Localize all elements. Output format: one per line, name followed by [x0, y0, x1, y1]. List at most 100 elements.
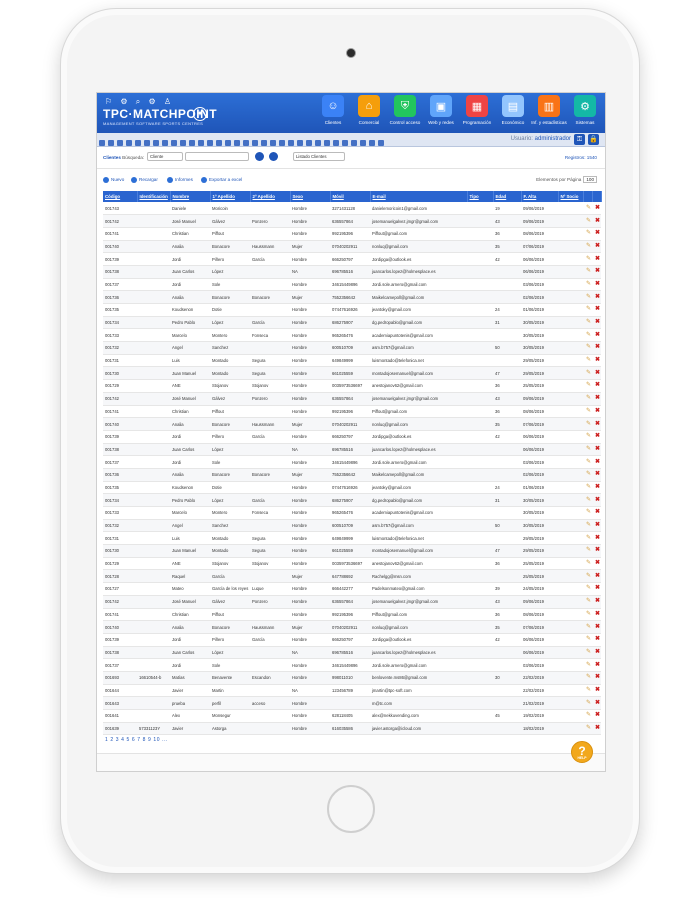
- delete-icon[interactable]: ✖: [592, 684, 601, 698]
- column-header[interactable]: Tipo: [467, 191, 494, 202]
- toolbar-shortcut-icon[interactable]: [369, 140, 375, 146]
- toolbar-shortcut-icon[interactable]: [126, 140, 132, 146]
- column-header[interactable]: 1º Apellido: [210, 191, 251, 202]
- delete-icon[interactable]: ✖: [592, 493, 601, 507]
- table-row[interactable]: 001738 Juan Carlos López NA 696785516 juancar…: [103, 646, 601, 660]
- table-row[interactable]: 001639 57331123Y Javier Astorga Hombre 616035…: [103, 722, 601, 736]
- table-row[interactable]: 001738 Juan Carlos López NA 696785516 juancar…: [103, 443, 601, 457]
- edit-icon[interactable]: ✎: [583, 493, 592, 507]
- table-row[interactable]: 001742 José Manuel Gálvez Ponzero Hombre 6365…: [103, 392, 601, 406]
- delete-icon[interactable]: ✖: [592, 595, 601, 609]
- table-row[interactable]: 001741 Christian Piffout Hombre 992195396 Pif…: [103, 608, 601, 622]
- column-header[interactable]: Sexo: [290, 191, 331, 202]
- toolbar-shortcut-icon[interactable]: [153, 140, 159, 146]
- delete-icon[interactable]: ✖: [592, 455, 601, 469]
- toolbar-shortcut-icon[interactable]: [162, 140, 168, 146]
- delete-icon[interactable]: ✖: [592, 265, 601, 279]
- edit-icon[interactable]: ✎: [583, 278, 592, 292]
- edit-icon[interactable]: ✎: [583, 582, 592, 596]
- delete-icon[interactable]: ✖: [592, 696, 601, 710]
- new-button[interactable]: Nuevo: [103, 177, 124, 183]
- edit-icon[interactable]: ✎: [583, 557, 592, 571]
- edit-icon[interactable]: ✎: [583, 265, 592, 279]
- delete-icon[interactable]: ✖: [592, 316, 601, 330]
- table-row[interactable]: 001739 Jordi Piñero García Hombre 666250797 Jo…: [103, 252, 601, 266]
- edit-icon[interactable]: ✎: [583, 354, 592, 368]
- module-clients[interactable]: ☺ Clientes: [315, 94, 351, 125]
- toolbar-shortcut-icon[interactable]: [198, 140, 204, 146]
- table-row[interactable]: 001641 Alex Monsegur Hombre 628118405 alex@ne…: [103, 709, 601, 723]
- toolbar-shortcut-icon[interactable]: [225, 140, 231, 146]
- table-row[interactable]: 001734 Pedro Pablo López García Hombre 686275…: [103, 316, 601, 330]
- toolbar-shortcut-icon[interactable]: [324, 140, 330, 146]
- table-row[interactable]: 001729 ANE Stojanov Stojanov Hombre 003597353…: [103, 379, 601, 393]
- edit-icon[interactable]: ✎: [583, 531, 592, 546]
- column-header[interactable]: Edad: [493, 191, 522, 202]
- table-row[interactable]: 001741 Christian Piffout Hombre 992195396 Pif…: [103, 405, 601, 419]
- table-row[interactable]: 001740 Analia Bonacore Haussmann Mujer 070402…: [103, 240, 601, 254]
- lock-icon[interactable]: 🔒: [588, 134, 599, 145]
- edit-icon[interactable]: ✎: [583, 240, 592, 254]
- delete-icon[interactable]: ✖: [592, 227, 601, 241]
- toolbar-shortcut-icon[interactable]: [270, 140, 276, 146]
- help-button[interactable]: ? HELP: [571, 741, 593, 763]
- table-row[interactable]: 001730 Juan Manuel Montado Segura Hombre 6610…: [103, 544, 601, 558]
- column-header[interactable]: Identificación: [137, 191, 171, 202]
- chevron-down-icon[interactable]: [269, 152, 278, 161]
- toolbar-shortcut-icon[interactable]: [135, 140, 141, 146]
- edit-icon[interactable]: ✎: [583, 443, 592, 457]
- edit-icon[interactable]: ✎: [583, 455, 592, 469]
- delete-icon[interactable]: ✖: [592, 709, 601, 723]
- delete-icon[interactable]: ✖: [592, 290, 601, 304]
- table-row[interactable]: 001732 Angel Sanchez Hombre 600510709 asm.b75…: [103, 519, 601, 533]
- search-input[interactable]: [185, 152, 249, 161]
- delete-icon[interactable]: ✖: [592, 506, 601, 520]
- list-select[interactable]: Listado Clientes: [293, 152, 345, 161]
- delete-icon[interactable]: ✖: [592, 328, 601, 343]
- delete-icon[interactable]: ✖: [592, 468, 601, 482]
- table-row[interactable]: 001737 Jordi Sole Hombre 34615449896 Jordi.so…: [103, 455, 601, 469]
- edit-icon[interactable]: ✎: [583, 366, 592, 381]
- toolbar-shortcut-icon[interactable]: [243, 140, 249, 146]
- home-button[interactable]: [327, 785, 375, 833]
- edit-icon[interactable]: ✎: [583, 417, 592, 431]
- toolbar-shortcut-icon[interactable]: [189, 140, 195, 146]
- table-row[interactable]: 001736 Analia Bonacore Bonacore Mujer 7552356…: [103, 290, 601, 304]
- table-row[interactable]: 001739 Jordi Piñero García Hombre 666250797 Jo…: [103, 633, 601, 647]
- delete-icon[interactable]: ✖: [592, 240, 601, 254]
- table-row[interactable]: 001733 Marcelo Montero Fonseca Hombre 9652654…: [103, 328, 601, 343]
- bike-icon[interactable]: [255, 152, 264, 161]
- column-header[interactable]: Nº Socio: [558, 191, 584, 202]
- delete-icon[interactable]: ✖: [592, 722, 601, 736]
- table-row[interactable]: 001644 Javier Martin NA 123456789 jmartin@tpc…: [103, 684, 601, 698]
- toolbar-shortcut-icon[interactable]: [378, 140, 384, 146]
- toolbar-shortcut-icon[interactable]: [315, 140, 321, 146]
- table-row[interactable]: 001734 Pedro Pablo López García Hombre 686275…: [103, 493, 601, 507]
- table-row[interactable]: 001732 Angel Sanchez Hombre 600510709 asm.b75…: [103, 341, 601, 355]
- table-row[interactable]: 001738 Juan Carlos López NA 696785516 juancar…: [103, 265, 601, 279]
- edit-icon[interactable]: ✎: [583, 595, 592, 609]
- edit-icon[interactable]: ✎: [583, 214, 592, 228]
- delete-icon[interactable]: ✖: [592, 620, 601, 634]
- edit-icon[interactable]: ✎: [583, 430, 592, 444]
- edit-icon[interactable]: ✎: [583, 341, 592, 355]
- toolbar-shortcut-icon[interactable]: [261, 140, 267, 146]
- module-commercial[interactable]: ⌂ Comercial: [351, 94, 387, 125]
- delete-icon[interactable]: ✖: [592, 481, 601, 495]
- toolbar-shortcut-icon[interactable]: [207, 140, 213, 146]
- column-header[interactable]: F. Alta: [521, 191, 559, 202]
- delete-icon[interactable]: ✖: [592, 557, 601, 571]
- module-web[interactable]: ▣ Web y redes: [423, 94, 459, 125]
- table-row[interactable]: 001743 Daniele Moricoin Hombre 3271431128 dan…: [103, 202, 601, 216]
- delete-icon[interactable]: ✖: [592, 202, 601, 216]
- toolbar-shortcut-icon[interactable]: [252, 140, 258, 146]
- table-row[interactable]: 001693 16610544-b Matías Benavente Escandon H…: [103, 671, 601, 685]
- table-row[interactable]: 001735 Koudsenon Dotie Hombre 07447616926 jea…: [103, 481, 601, 495]
- table-row[interactable]: 001735 Koudsenon Dotie Hombre 07447616926 jea…: [103, 303, 601, 317]
- edit-icon[interactable]: ✎: [583, 671, 592, 685]
- edit-icon[interactable]: ✎: [583, 684, 592, 698]
- toolbar-shortcut-icon[interactable]: [171, 140, 177, 146]
- table-row[interactable]: 001739 Jordi Piñero García Hombre 666250797 Jo…: [103, 430, 601, 444]
- toolbar-shortcut-icon[interactable]: [216, 140, 222, 146]
- toolbar-shortcut-icon[interactable]: [99, 140, 105, 146]
